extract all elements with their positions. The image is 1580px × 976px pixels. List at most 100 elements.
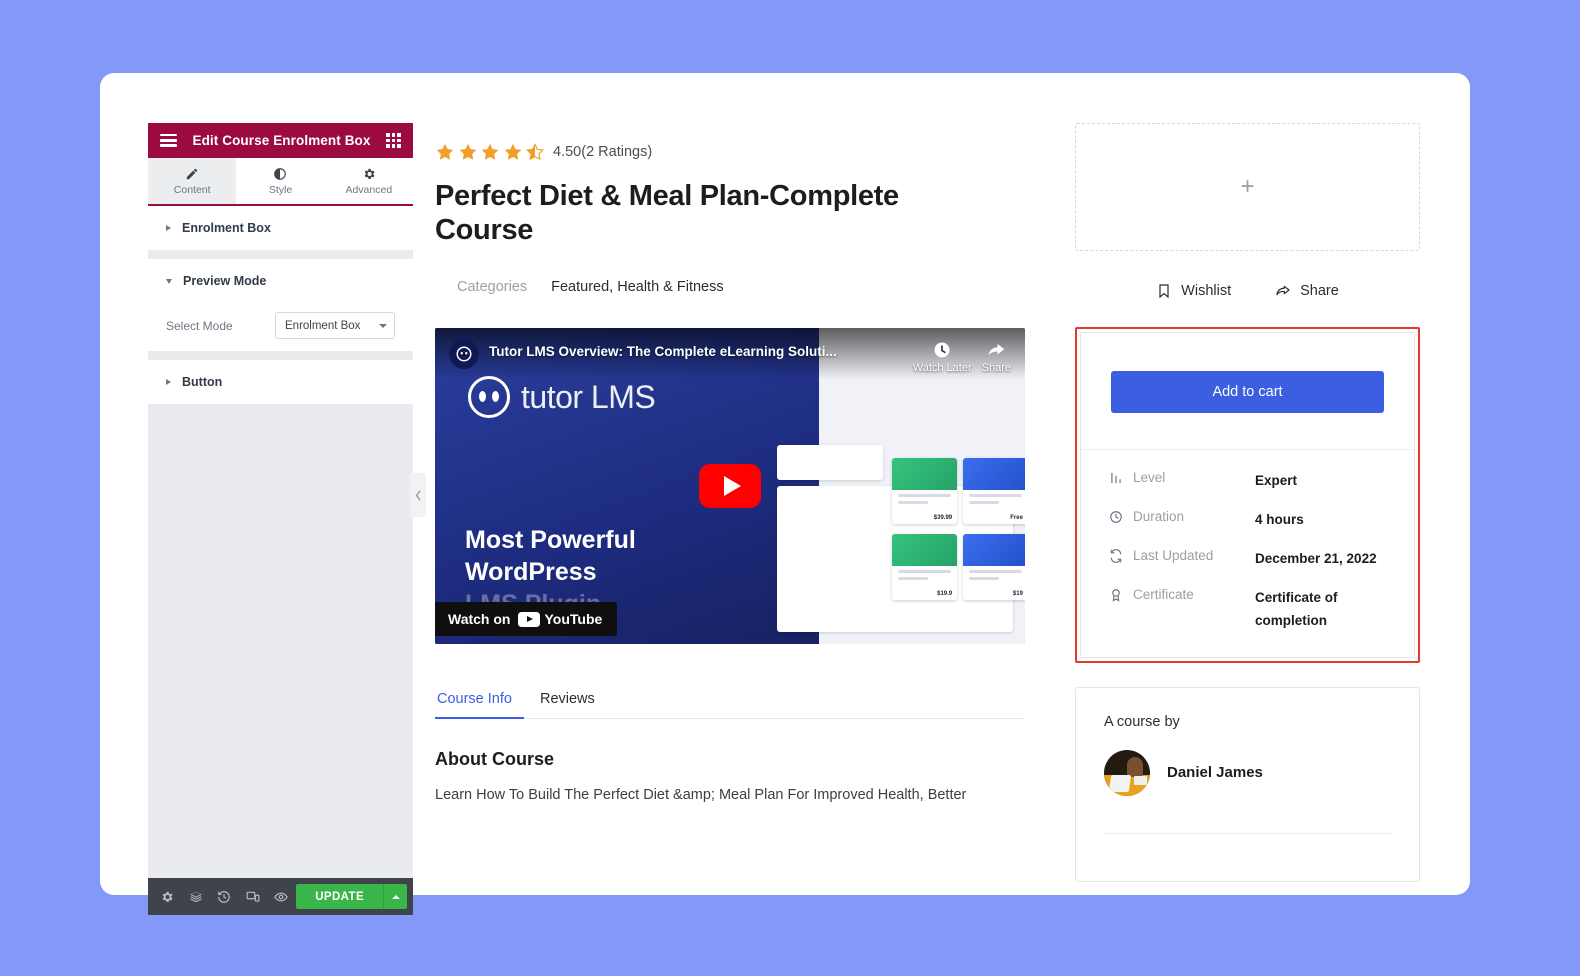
chevron-down-icon bbox=[166, 278, 172, 284]
course-title: Perfect Diet & Meal Plan-Complete Course bbox=[435, 180, 899, 246]
share-arrow-icon bbox=[988, 344, 1005, 356]
chevron-left-icon bbox=[415, 489, 421, 501]
star-full-icon bbox=[459, 143, 476, 160]
meta-row-level: Level Expert bbox=[1109, 470, 1386, 493]
section-preview-mode-label: Preview Mode bbox=[183, 274, 267, 288]
history-icon[interactable] bbox=[211, 878, 237, 915]
add-to-cart-button[interactable]: Add to cart bbox=[1111, 371, 1384, 413]
share-arrow-icon bbox=[1276, 285, 1290, 296]
video-mock-card: $19.9 bbox=[892, 533, 958, 600]
layers-icon[interactable] bbox=[182, 878, 208, 915]
update-group: UPDATE bbox=[296, 884, 408, 909]
responsive-icon[interactable] bbox=[239, 878, 265, 915]
wishlist-button[interactable]: Wishlist bbox=[1156, 283, 1231, 299]
youtube-logo-icon: YouTube bbox=[518, 611, 602, 627]
star-half-icon bbox=[525, 143, 545, 161]
channel-avatar-icon bbox=[449, 339, 479, 370]
elementor-drop-zone[interactable]: + bbox=[1075, 123, 1420, 251]
section-enrolment-box[interactable]: Enrolment Box bbox=[148, 206, 413, 250]
section-button[interactable]: Button bbox=[148, 360, 413, 404]
about-course-paragraph: Learn How To Build The Perfect Diet &amp… bbox=[435, 787, 967, 804]
avatar bbox=[1104, 749, 1150, 796]
chevron-right-icon bbox=[166, 379, 171, 385]
video-mock-card: $19 bbox=[963, 533, 1025, 600]
meta-value-certificate: Certificate of completion bbox=[1255, 589, 1338, 628]
section-divider bbox=[148, 351, 413, 360]
caret-up-icon bbox=[391, 894, 400, 899]
video-headline-line1: Most Powerful bbox=[465, 526, 636, 555]
meta-value-last-updated: December 21, 2022 bbox=[1255, 550, 1377, 566]
meta-value-level: Expert bbox=[1255, 473, 1298, 488]
panel-footer: UPDATE bbox=[148, 878, 413, 915]
categories-label: Categories bbox=[457, 279, 528, 296]
star-full-icon bbox=[481, 143, 499, 160]
meta-key-duration: Duration bbox=[1133, 508, 1185, 524]
tutor-lms-logo: tutor LMS bbox=[468, 376, 656, 419]
meta-row-certificate: Certificate Certificate of completion bbox=[1109, 587, 1386, 633]
share-button[interactable]: Share bbox=[1275, 283, 1339, 299]
clock-icon bbox=[934, 342, 950, 358]
chevron-down-icon bbox=[379, 323, 387, 328]
star-full-icon bbox=[504, 143, 521, 160]
author-name[interactable]: Daniel James bbox=[1167, 764, 1263, 781]
select-mode-dropdown[interactable]: Enrolment Box bbox=[275, 312, 395, 339]
page-card: Edit Course Enrolment Box Content Style bbox=[100, 73, 1470, 915]
select-mode-value: Enrolment Box bbox=[285, 319, 361, 332]
enrolment-box-top: Add to cart bbox=[1081, 333, 1414, 449]
wishlist-share-row: Wishlist Share bbox=[1075, 283, 1420, 299]
tab-style-label: Style bbox=[268, 183, 293, 196]
categories-value[interactable]: Featured, Health & Fitness bbox=[551, 279, 723, 295]
gear-icon bbox=[362, 167, 376, 181]
update-options-button[interactable] bbox=[383, 884, 408, 909]
preview-eye-icon[interactable] bbox=[268, 878, 294, 915]
tab-reviews[interactable]: Reviews bbox=[538, 691, 597, 718]
award-icon bbox=[1109, 587, 1133, 602]
panel-tabs: Content Style Advanced bbox=[148, 158, 413, 206]
video-mock-card: Free bbox=[963, 457, 1025, 525]
watch-on-youtube-button[interactable]: Watch on YouTube bbox=[435, 602, 618, 637]
section-preview-mode[interactable]: Preview Mode bbox=[148, 259, 413, 303]
video-title[interactable]: Tutor LMS Overview: The Complete eLearni… bbox=[489, 344, 903, 359]
course-video-player[interactable]: $39.99 Free $19.9 $19 Tutor LMS Overview… bbox=[435, 328, 1025, 645]
gear-icon[interactable] bbox=[154, 878, 180, 915]
section-divider bbox=[148, 250, 413, 259]
video-mock-tile bbox=[777, 445, 884, 480]
video-top-bar: Tutor LMS Overview: The Complete eLearni… bbox=[435, 328, 1025, 381]
sync-icon bbox=[1109, 548, 1133, 563]
signal-bars-icon bbox=[1109, 470, 1133, 485]
star-full-icon bbox=[436, 143, 454, 160]
course-content-tabs: Course Info Reviews bbox=[435, 691, 1025, 720]
course-author-card: A course by Daniel James bbox=[1075, 686, 1420, 882]
meta-key-certificate: Certificate bbox=[1133, 586, 1194, 602]
author-row[interactable]: Daniel James bbox=[1104, 749, 1391, 796]
meta-key-level: Level bbox=[1133, 470, 1166, 485]
course-sidebar: + Wishlist Share Add to cart Level Exper… bbox=[1075, 123, 1420, 882]
logo-text: tutor bbox=[521, 378, 583, 415]
grid-icon[interactable] bbox=[386, 133, 401, 148]
enrolment-box-highlight: Add to cart Level Expert Duration 4 hour… bbox=[1075, 327, 1420, 663]
tab-advanced[interactable]: Advanced bbox=[325, 158, 413, 204]
tab-style[interactable]: Style bbox=[236, 158, 324, 204]
select-mode-control: Select Mode Enrolment Box bbox=[148, 303, 413, 351]
course-meta-list: Level Expert Duration 4 hours Last Updat… bbox=[1081, 449, 1414, 657]
tab-advanced-label: Advanced bbox=[345, 183, 393, 196]
meta-key-last-updated: Last Updated bbox=[1133, 547, 1214, 563]
pencil-icon bbox=[185, 167, 199, 181]
tutor-mascot-icon bbox=[468, 376, 510, 419]
contrast-icon bbox=[273, 167, 287, 181]
rating-value-text: 4.50(2 Ratings) bbox=[553, 144, 653, 160]
select-mode-label: Select Mode bbox=[166, 318, 233, 333]
video-mock-card: $39.99 bbox=[892, 457, 958, 525]
hamburger-icon[interactable] bbox=[160, 134, 177, 147]
tab-course-info[interactable]: Course Info bbox=[435, 691, 524, 720]
watch-on-label: Watch on bbox=[448, 611, 511, 628]
play-button-icon[interactable] bbox=[699, 464, 761, 509]
panel-sections: Enrolment Box Preview Mode Select Mode E… bbox=[148, 206, 413, 878]
author-divider bbox=[1104, 832, 1391, 834]
update-button[interactable]: UPDATE bbox=[296, 884, 384, 909]
video-share-button[interactable]: Share bbox=[982, 341, 1011, 374]
tab-content[interactable]: Content bbox=[148, 158, 237, 206]
panel-collapse-handle[interactable] bbox=[410, 473, 426, 517]
meta-row-duration: Duration 4 hours bbox=[1109, 509, 1386, 532]
watch-later-button[interactable]: Watch Later bbox=[913, 341, 972, 374]
